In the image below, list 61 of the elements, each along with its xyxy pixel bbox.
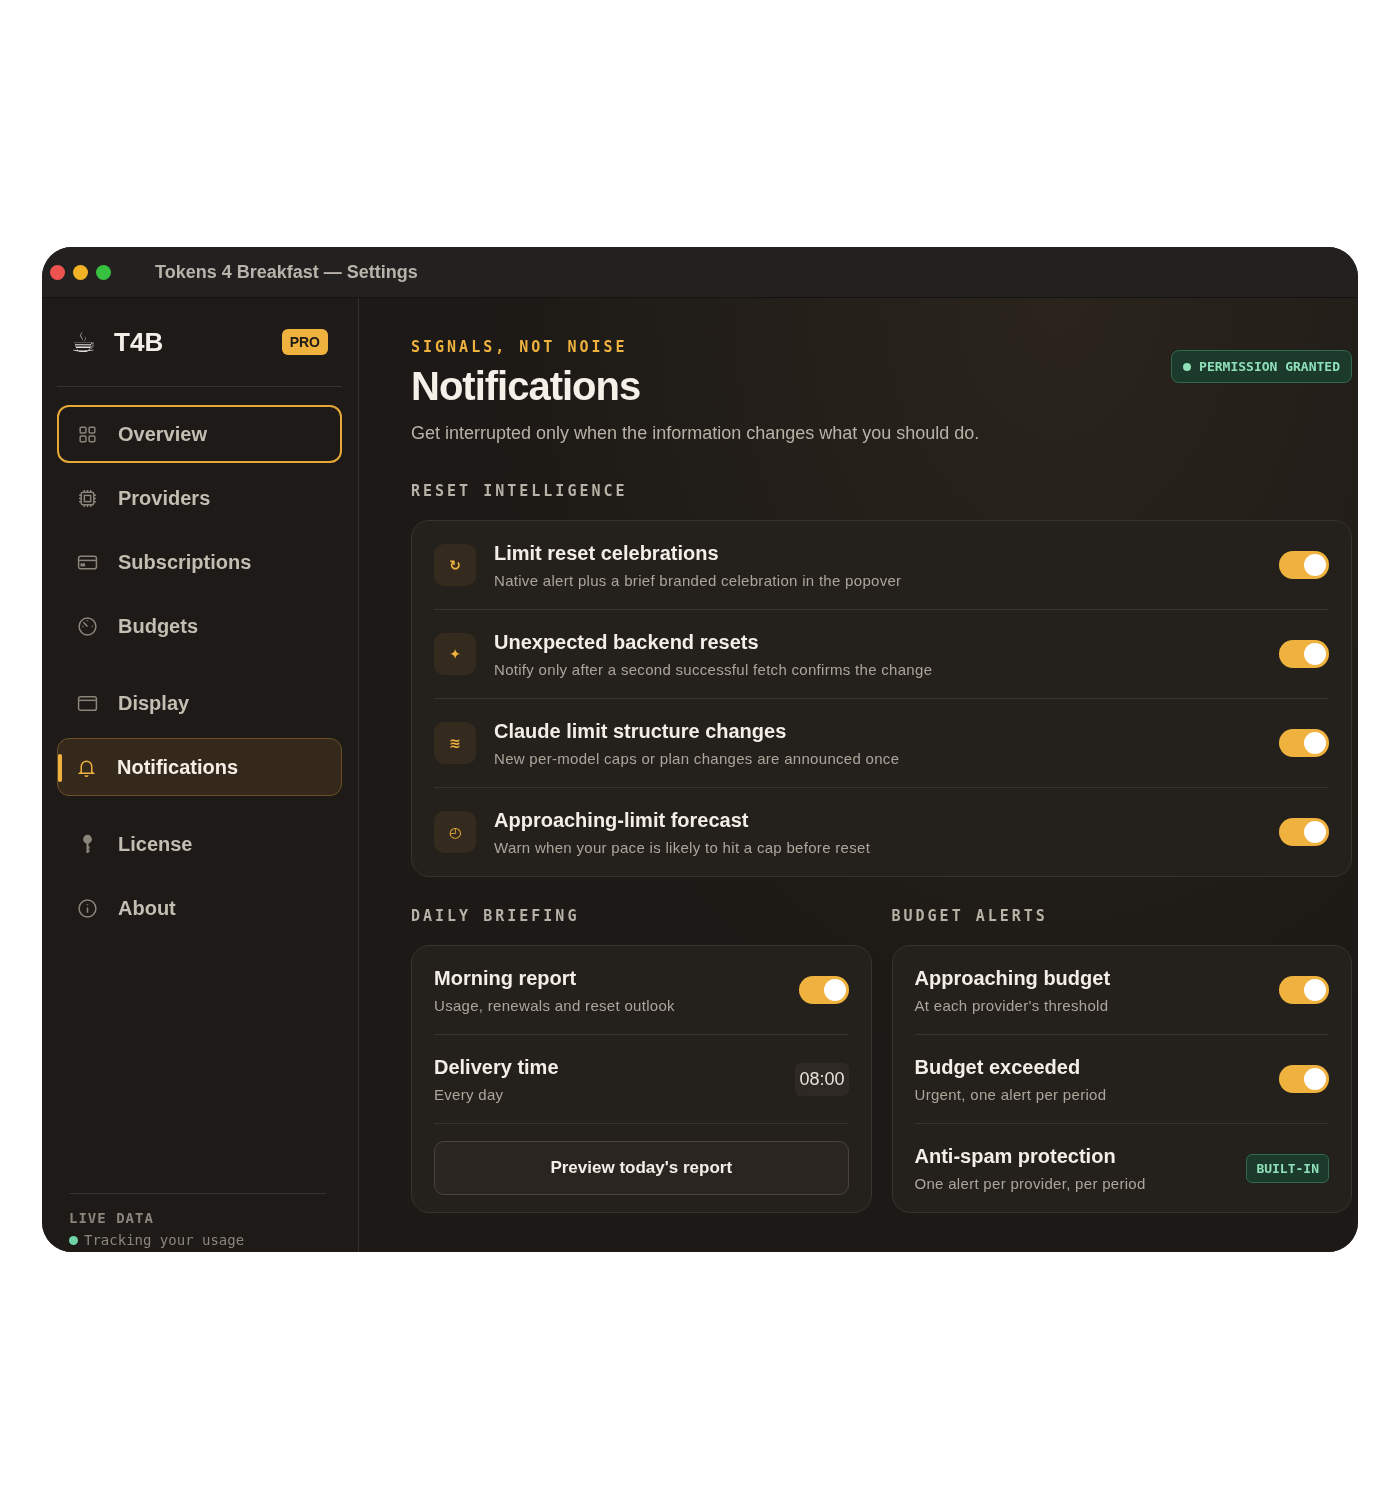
toggle-switch[interactable] [1279,818,1329,846]
pro-badge: PRO [281,329,328,355]
page-subtitle: Get interrupted only when the information changes what you should do. [411,423,980,444]
row-icon: ✦ [434,633,476,675]
gauge-icon [77,615,98,637]
toggle-switch[interactable] [1279,640,1329,668]
section-heading: DAILY BRIEFING [411,907,581,925]
toggle-switch[interactable] [1279,729,1329,757]
setting-description: Native alert plus a brief branded celebration in the popover [494,571,903,589]
section-heading: BUDGET ALERTS [891,907,1049,925]
setting-description: One alert per provider, per period [914,1174,1147,1192]
sidebar-item[interactable]: Providers [57,469,342,527]
setting-title: Approaching-limit forecast [494,808,750,832]
sidebar-item[interactable]: Notifications [57,738,342,796]
row-icon: ↻ [434,544,476,586]
setting-description: At each provider's threshold [914,996,1110,1014]
sidebar-item[interactable]: Overview [57,405,342,463]
setting-title: Unexpected backend resets [494,630,760,654]
sidebar-item[interactable]: About [57,879,342,937]
chip-icon [77,487,98,509]
grid-icon [77,423,98,445]
toggle-switch[interactable] [798,976,849,1004]
setting-title: Morning report [434,966,578,990]
setting-description: New per-model caps or plan changes are announced once [494,749,901,767]
toggle-switch[interactable] [1279,976,1329,1004]
status-text: Tracking your usage [84,1232,245,1248]
live-data-heading: LIVE DATA [69,1210,155,1226]
sidebar-item[interactable]: Budgets [57,597,342,655]
sidebar-item[interactable]: License [57,815,342,873]
setting-title: Delivery time [434,1055,560,1079]
sidebar-item[interactable]: Subscriptions [57,533,342,591]
logo-icon: ☕ [71,325,97,359]
toggle-switch[interactable] [1279,551,1329,579]
close-button[interactable] [50,264,65,280]
permission-badge: PERMISSION GRANTED [1171,350,1352,383]
minimize-button[interactable] [73,264,88,280]
info-icon [77,897,98,919]
row-icon: ◴ [434,811,476,853]
section-heading: RESET INTELLIGENCE [411,482,629,500]
window-title: Tokens 4 Breakfast — Settings [155,261,418,283]
page-title: Notifications [411,364,642,409]
app-name: T4B [114,326,165,358]
eyebrow-label: SIGNALS, NOT NOISE [411,338,629,356]
setting-title: Limit reset celebrations [494,541,720,565]
built-in-badge: BUILT-IN [1246,1153,1329,1183]
setting-title: Claude limit structure changes [494,719,788,743]
setting-title: Anti-spam protection [914,1144,1117,1168]
row-icon: ≋ [434,722,476,764]
setting-description: Every day [434,1085,505,1103]
preview-button[interactable]: Preview today's report [434,1141,849,1195]
setting-description: Usage, renewals and reset outlook [434,996,676,1014]
sidebar-item[interactable]: Display [57,674,342,732]
setting-description: Notify only after a second successful fetch confirms the change [494,660,934,678]
toggle-switch[interactable] [1279,1065,1329,1093]
setting-title: Approaching budget [914,966,1112,990]
zoom-button[interactable] [96,264,111,280]
setting-description: Urgent, one alert per period [914,1085,1108,1103]
setting-title: Budget exceeded [914,1055,1082,1079]
setting-description: Warn when your pace is likely to hit a cap before reset [494,838,872,856]
time-field[interactable]: 08:00 [795,1062,849,1096]
status-dot [69,1235,78,1245]
